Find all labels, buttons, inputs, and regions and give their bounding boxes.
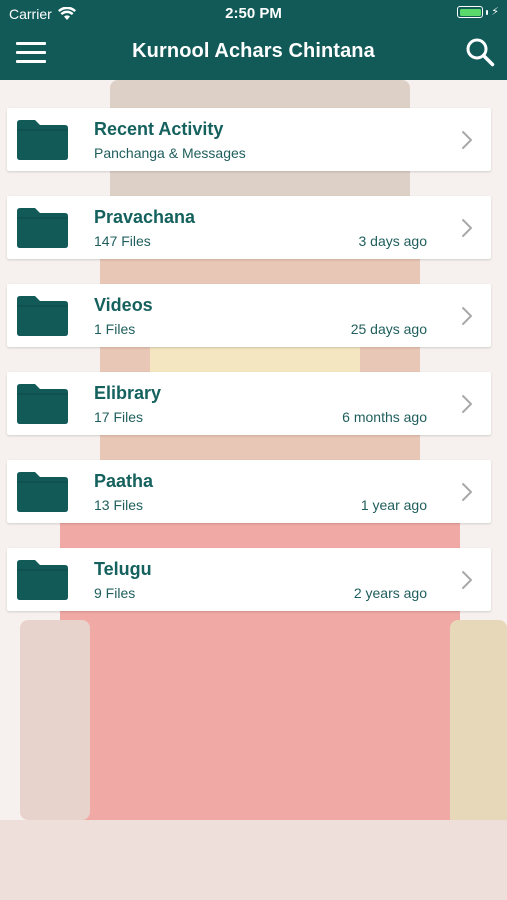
folder-icon	[17, 296, 68, 336]
chevron-right-icon	[462, 571, 472, 589]
folder-item-pravachana[interactable]: Pravachana 147 Files 3 days ago	[7, 196, 491, 259]
status-bar: Carrier 2:50 PM ⚡	[0, 0, 507, 28]
folder-updated-time: 6 months ago	[342, 409, 427, 425]
page-title: Kurnool Achars Chintana	[132, 40, 375, 62]
folder-icon	[17, 208, 68, 248]
folder-list: Recent Activity Panchanga & Messages Pra…	[7, 108, 491, 636]
folder-updated-time: 25 days ago	[350, 321, 427, 337]
folder-subtitle: 17 Files	[94, 409, 144, 425]
chevron-right-icon	[462, 483, 472, 501]
folder-updated-time: 2 years ago	[353, 585, 427, 601]
folder-subtitle: 147 Files	[94, 233, 151, 249]
folder-title: Elibrary	[94, 383, 162, 403]
battery-indicator: ⚡	[457, 6, 499, 18]
folder-icon	[17, 384, 68, 424]
folder-item-recent-activity[interactable]: Recent Activity Panchanga & Messages	[7, 108, 491, 171]
app-header: Carrier 2:50 PM ⚡ Kurnool Achars Chintan…	[0, 0, 507, 80]
folder-title: Paatha	[94, 471, 154, 491]
folder-subtitle: 1 Files	[94, 321, 136, 337]
folder-icon	[17, 472, 68, 512]
status-time: 2:50 PM	[225, 5, 282, 22]
search-icon[interactable]	[465, 37, 495, 67]
charging-bolt-icon: ⚡	[491, 6, 499, 18]
chevron-right-icon	[462, 131, 472, 149]
battery-cap	[486, 9, 489, 15]
folder-title: Pravachana	[94, 207, 196, 227]
folder-subtitle: 13 Files	[94, 497, 144, 513]
battery-icon	[457, 6, 484, 18]
folder-item-videos[interactable]: Videos 1 Files 25 days ago	[7, 284, 491, 347]
folder-subtitle: Panchanga & Messages	[94, 145, 246, 161]
folder-subtitle: 9 Files	[94, 585, 136, 601]
battery-level-fill	[459, 8, 481, 16]
folder-title: Telugu	[94, 559, 152, 579]
folder-title: Recent Activity	[94, 119, 224, 139]
chevron-right-icon	[462, 307, 472, 325]
navigation-bar: Kurnool Achars Chintana	[0, 28, 507, 80]
folder-item-paatha[interactable]: Paatha 13 Files 1 year ago	[7, 460, 491, 523]
folder-updated-time: 1 year ago	[360, 497, 427, 513]
folder-item-telugu[interactable]: Telugu 9 Files 2 years ago	[7, 548, 491, 611]
folder-updated-time: 3 days ago	[358, 233, 428, 249]
folder-icon	[17, 120, 68, 160]
folder-title: Videos	[94, 295, 153, 315]
folder-item-elibrary[interactable]: Elibrary 17 Files 6 months ago	[7, 372, 491, 435]
folder-icon	[17, 560, 68, 600]
chevron-right-icon	[462, 395, 472, 413]
chevron-right-icon	[462, 219, 472, 237]
